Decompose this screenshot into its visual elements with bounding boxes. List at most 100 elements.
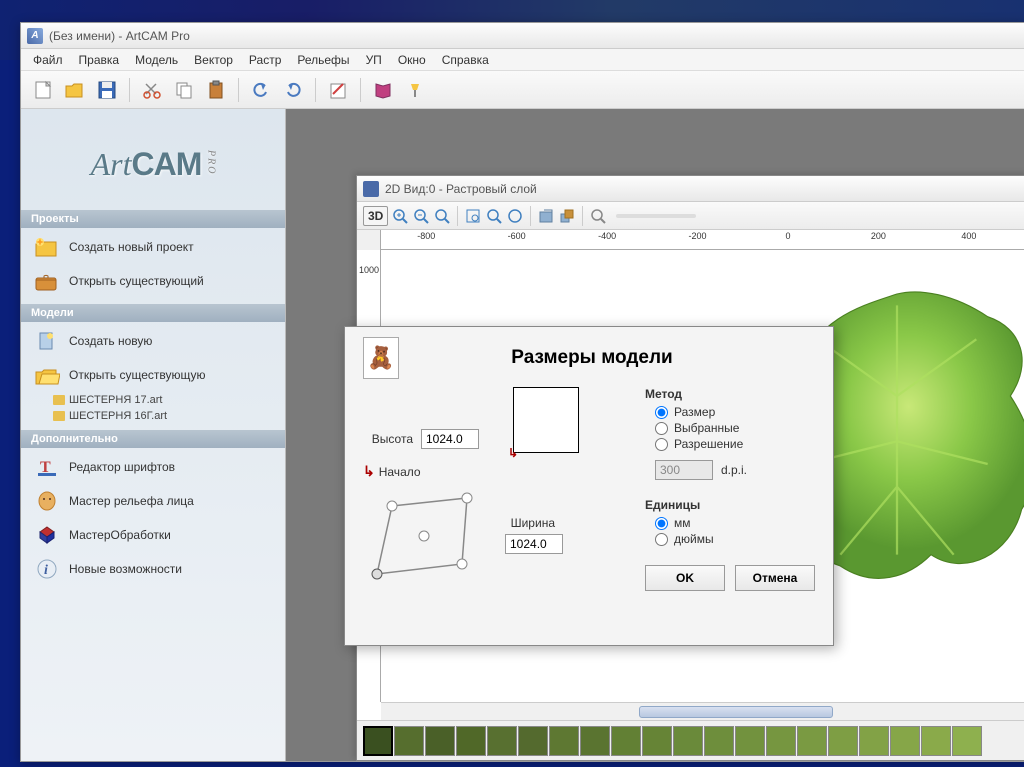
radio-selected[interactable] bbox=[655, 422, 668, 435]
help-book-button[interactable] bbox=[369, 76, 397, 104]
radio-resolution[interactable] bbox=[655, 438, 668, 451]
units-label: Единицы bbox=[645, 498, 815, 512]
copy-button[interactable] bbox=[170, 76, 198, 104]
view-titlebar[interactable]: 2D Вид:0 - Растровый слой bbox=[357, 176, 1024, 202]
palette-swatch[interactable] bbox=[394, 726, 424, 756]
palette-swatch[interactable] bbox=[766, 726, 796, 756]
sidebar-item-news[interactable]: i Новые возможности bbox=[21, 552, 285, 586]
palette-swatch[interactable] bbox=[828, 726, 858, 756]
dpi-input bbox=[655, 460, 713, 480]
toolmaster-icon bbox=[33, 523, 61, 547]
palette-swatch[interactable] bbox=[363, 726, 393, 756]
zoom-fit-icon[interactable] bbox=[433, 207, 451, 225]
zoom-prev-icon[interactable] bbox=[485, 207, 503, 225]
bring-front-icon[interactable] bbox=[558, 207, 576, 225]
titlebar[interactable]: A (Без имени) - ArtCAM Pro bbox=[21, 23, 1024, 49]
origin-arrows-icon: ↳ bbox=[363, 463, 375, 480]
radio-inches[interactable] bbox=[655, 533, 668, 546]
redo-button[interactable] bbox=[279, 76, 307, 104]
recent-file-1[interactable]: ШЕСТЕРНЯ 17.art bbox=[21, 392, 285, 408]
cut-button[interactable] bbox=[138, 76, 166, 104]
new-file-button[interactable] bbox=[29, 76, 57, 104]
main-toolbar bbox=[21, 71, 1024, 109]
zoom-window-icon[interactable] bbox=[464, 207, 482, 225]
view-icon bbox=[363, 181, 379, 197]
fonts-icon: T bbox=[33, 455, 61, 479]
horizontal-scrollbar[interactable] bbox=[381, 702, 1024, 720]
palette-swatch[interactable] bbox=[952, 726, 982, 756]
menu-vector[interactable]: Вектор bbox=[186, 51, 241, 69]
zoom-all-icon[interactable] bbox=[506, 207, 524, 225]
ruler-horizontal: -800 -600 -400 -200 0 200 400 600 bbox=[357, 230, 1024, 250]
menu-help[interactable]: Справка bbox=[434, 51, 497, 69]
palette-swatch[interactable] bbox=[704, 726, 734, 756]
sidebar-item-new-project[interactable]: Создать новый проект bbox=[21, 230, 285, 264]
layers-icon[interactable] bbox=[537, 207, 555, 225]
sidebar-item-open-model[interactable]: Открыть существующую bbox=[21, 358, 285, 392]
open-project-icon bbox=[33, 269, 61, 293]
palette-swatch[interactable] bbox=[425, 726, 455, 756]
app-logo: Delcam ArtCAMPRO bbox=[21, 119, 285, 204]
dialog-title: Размеры модели bbox=[409, 347, 815, 369]
palette-swatch[interactable] bbox=[735, 726, 765, 756]
sidebar-item-facemaster[interactable]: Мастер рельефа лица bbox=[21, 484, 285, 518]
height-input[interactable] bbox=[421, 429, 479, 449]
file-icon bbox=[53, 395, 65, 405]
menubar: Файл Правка Модель Вектор Растр Рельефы … bbox=[21, 49, 1024, 71]
palette-swatch[interactable] bbox=[487, 726, 517, 756]
zoom-out-icon[interactable] bbox=[412, 207, 430, 225]
palette-swatch[interactable] bbox=[580, 726, 610, 756]
menu-window[interactable]: Окно bbox=[390, 51, 434, 69]
info-icon: i bbox=[33, 557, 61, 581]
palette-swatch[interactable] bbox=[673, 726, 703, 756]
opacity-slider[interactable] bbox=[616, 214, 696, 218]
origin-marker-icon: ↳ bbox=[508, 446, 518, 460]
palette-swatch[interactable] bbox=[921, 726, 951, 756]
open-button[interactable] bbox=[61, 76, 89, 104]
cancel-button[interactable]: Отмена bbox=[735, 565, 815, 591]
menu-np[interactable]: УП bbox=[358, 51, 390, 69]
origin-picker[interactable] bbox=[367, 486, 487, 584]
height-label: Высота bbox=[363, 432, 413, 446]
palette-swatch[interactable] bbox=[797, 726, 827, 756]
paste-button[interactable] bbox=[202, 76, 230, 104]
sidebar-item-toolmaster[interactable]: МастерОбработки bbox=[21, 518, 285, 552]
section-extra: Дополнительно bbox=[21, 430, 285, 448]
undo-button[interactable] bbox=[247, 76, 275, 104]
preview-icon[interactable] bbox=[589, 207, 607, 225]
width-input[interactable] bbox=[505, 534, 563, 554]
svg-text:i: i bbox=[44, 563, 48, 578]
sidebar: Delcam ArtCAMPRO Проекты Создать новый п… bbox=[21, 109, 286, 761]
radio-mm[interactable] bbox=[655, 517, 668, 530]
palette-swatch[interactable] bbox=[859, 726, 889, 756]
palette-swatch[interactable] bbox=[642, 726, 672, 756]
menu-edit[interactable]: Правка bbox=[71, 51, 128, 69]
open-model-icon bbox=[33, 363, 61, 387]
palette-swatch[interactable] bbox=[549, 726, 579, 756]
menu-model[interactable]: Модель bbox=[127, 51, 186, 69]
menu-file[interactable]: Файл bbox=[25, 51, 71, 69]
section-models: Модели bbox=[21, 304, 285, 322]
width-label: Ширина bbox=[505, 516, 555, 530]
palette-swatch[interactable] bbox=[456, 726, 486, 756]
sidebar-item-open-project[interactable]: Открыть существующий bbox=[21, 264, 285, 298]
scrollbar-thumb[interactable] bbox=[639, 706, 833, 718]
zoom-in-icon[interactable] bbox=[391, 207, 409, 225]
ok-button[interactable]: OK bbox=[645, 565, 725, 591]
menu-raster[interactable]: Растр bbox=[241, 51, 289, 69]
toolshop-button[interactable] bbox=[401, 76, 429, 104]
toggle-3d-button[interactable]: 3D bbox=[363, 206, 388, 226]
palette-swatch[interactable] bbox=[890, 726, 920, 756]
sidebar-item-fonts[interactable]: T Редактор шрифтов bbox=[21, 450, 285, 484]
sidebar-item-new-model[interactable]: Создать новую bbox=[21, 324, 285, 358]
recent-file-2[interactable]: ШЕСТЕРНЯ 16Г.art bbox=[21, 408, 285, 424]
save-button[interactable] bbox=[93, 76, 121, 104]
new-project-icon bbox=[33, 235, 61, 259]
menu-reliefs[interactable]: Рельефы bbox=[289, 51, 357, 69]
radio-size[interactable] bbox=[655, 406, 668, 419]
model-size-dialog: 🧸 Размеры модели ↳ Высота ↳ Начало bbox=[344, 326, 834, 646]
notes-button[interactable] bbox=[324, 76, 352, 104]
palette-swatch[interactable] bbox=[518, 726, 548, 756]
file-icon bbox=[53, 411, 65, 421]
palette-swatch[interactable] bbox=[611, 726, 641, 756]
